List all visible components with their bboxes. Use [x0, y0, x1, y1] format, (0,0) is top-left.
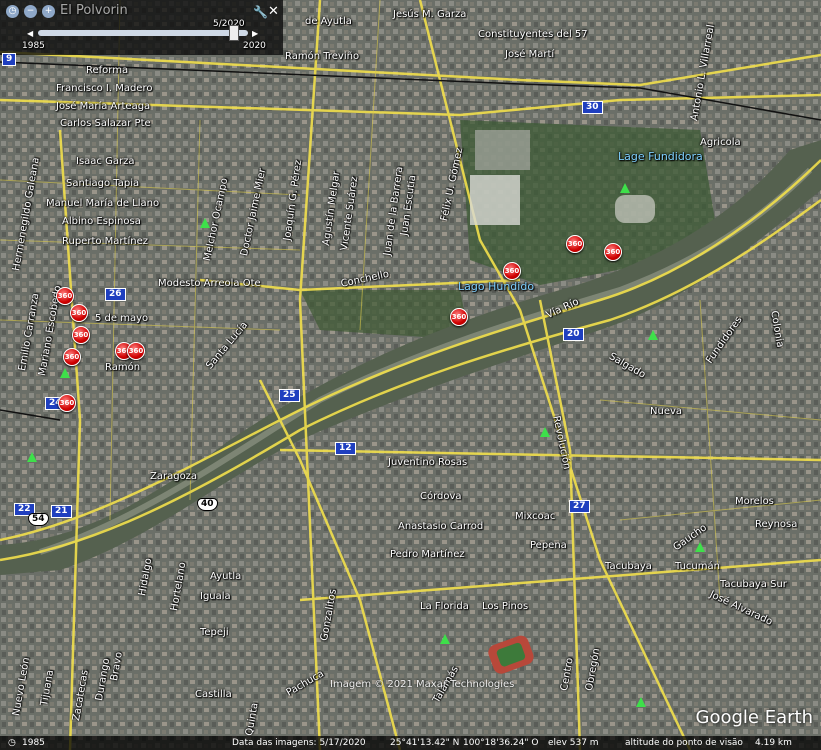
street-label: 5 de mayo — [95, 313, 149, 324]
street-label: Santiago Tapia — [66, 178, 140, 189]
park-icon[interactable] — [60, 368, 70, 378]
park-icon[interactable] — [695, 542, 705, 552]
street-label: Reynosa — [755, 519, 798, 530]
street-label: Córdova — [420, 491, 462, 502]
street-label: Tacubaya — [605, 561, 652, 572]
street-label: Albino Espinosa — [62, 216, 141, 227]
street-label: Zaragoza — [150, 471, 198, 482]
status-clock-icon: ◷ — [8, 738, 16, 748]
street-label: Ayutla — [210, 571, 242, 582]
street-label: La Florida — [420, 601, 469, 612]
street-view-360-icon[interactable]: 360 — [566, 235, 584, 253]
route-shield: 27 — [569, 500, 590, 513]
close-icon[interactable]: ✕ — [268, 4, 279, 19]
street-label: Tepeji — [200, 627, 229, 638]
street-view-360-icon[interactable]: 360 — [70, 304, 88, 322]
route-shield: 26 — [105, 288, 126, 301]
latitude: 25°41'13.42" N — [390, 738, 460, 748]
street-label: Ramón Treviño — [285, 51, 360, 62]
elevation: elev 537 m — [548, 738, 599, 748]
highway-shield: 40 — [197, 498, 218, 511]
street-label: José Martí — [505, 49, 555, 60]
park-icon[interactable] — [200, 218, 210, 228]
street-label: Tacubaya Sur — [720, 579, 787, 590]
street-label: de Ayutla — [305, 16, 352, 27]
longitude: 100°18'36.24" O — [463, 738, 539, 748]
satellite-map[interactable]: ◷ − + El Polvorin 5/2020 🔧 ✕ ◀ ▶ 1985 20… — [0, 0, 821, 750]
time-slider-panel: ◷ − + El Polvorin 5/2020 🔧 ✕ ◀ ▶ 1985 20… — [0, 0, 283, 55]
route-shield: 21 — [51, 505, 72, 518]
status-bar: ◷ 1985 Data das imagens: 5/17/2020 25°41… — [0, 736, 821, 750]
highway-shield: 54 — [28, 513, 49, 526]
street-label: Pedro Martínez — [390, 549, 465, 560]
street-view-360-icon[interactable]: 360 — [503, 262, 521, 280]
street-label: Jesús M. Garza — [393, 9, 467, 20]
park-icon[interactable] — [540, 427, 550, 437]
time-slider-thumb[interactable] — [229, 25, 240, 41]
zoom-in-icon[interactable]: + — [42, 5, 55, 18]
street-label: Ramón — [105, 362, 141, 373]
partial-label: El Polvorin — [60, 3, 128, 18]
street-label: Isaac Garza — [76, 156, 135, 167]
time-track[interactable] — [38, 25, 248, 41]
street-view-360-icon[interactable]: 360 — [72, 326, 90, 344]
park-icon[interactable] — [620, 183, 630, 193]
street-label: Morelos — [735, 496, 774, 507]
route-shield: 30 — [582, 101, 603, 114]
street-label: Pepena — [530, 540, 567, 551]
park-icon[interactable] — [648, 330, 658, 340]
prev-icon[interactable]: ◀ — [27, 29, 33, 38]
route-shield: 12 — [335, 442, 356, 455]
clock-icon[interactable]: ◷ — [6, 5, 19, 18]
end-year: 2020 — [243, 41, 266, 51]
street-label: Los Pinos — [482, 601, 529, 612]
route-shield: 25 — [279, 389, 300, 402]
poi-parque-fundidora[interactable]: Lage Fundidora — [618, 151, 703, 162]
street-label: Manuel María de Llano — [46, 198, 160, 209]
wrench-icon[interactable]: 🔧 — [253, 5, 268, 19]
street-label: Constituyentes del 57 — [478, 29, 588, 40]
street-label: José María Arteaga — [56, 101, 151, 112]
street-label: Reforma — [86, 65, 129, 76]
street-label: Tucumán — [675, 561, 720, 572]
street-label: Castilla — [195, 689, 232, 700]
street-label: Nueva — [650, 406, 683, 417]
imagery-attribution: Imagem © 2021 Maxar Technologies — [330, 679, 515, 690]
street-view-360-icon[interactable]: 360 — [56, 287, 74, 305]
google-earth-logo: Google Earth — [695, 707, 813, 728]
street-label: Carlos Salazar Pte — [60, 118, 151, 129]
street-label: Agricola — [700, 137, 741, 148]
park-icon[interactable] — [27, 452, 37, 462]
image-date: Data das imagens: 5/17/2020 — [232, 738, 366, 748]
status-year: 1985 — [22, 738, 45, 748]
street-label: Iguala — [200, 591, 231, 602]
route-shield: 9 — [2, 53, 17, 66]
street-view-360-icon[interactable]: 360 — [63, 348, 81, 366]
street-label: Mixcoac — [515, 511, 556, 522]
street-view-360-icon[interactable]: 360 — [127, 342, 145, 360]
start-year: 1985 — [22, 41, 45, 51]
poi-lago-hundido[interactable]: Lago Hundido — [458, 281, 534, 292]
street-label: Juventino Rosas — [388, 457, 468, 468]
next-icon[interactable]: ▶ — [252, 29, 258, 38]
street-label: Francisco I. Madero — [56, 83, 153, 94]
street-view-360-icon[interactable]: 360 — [58, 394, 76, 412]
park-icon[interactable] — [636, 697, 646, 707]
eye-altitude-value: 4.19 km — [755, 738, 792, 748]
route-shield: 20 — [563, 328, 584, 341]
street-label: Anastasio Carrod — [398, 521, 484, 532]
street-label: Modesto Arreola Ote — [158, 278, 261, 289]
street-view-360-icon[interactable]: 360 — [450, 308, 468, 326]
street-view-360-icon[interactable]: 360 — [604, 243, 622, 261]
zoom-out-icon[interactable]: − — [24, 5, 37, 18]
eye-altitude-label: altitude do ponto de visão — [625, 738, 743, 748]
street-label: Ruperto Martínez — [62, 236, 148, 247]
park-icon[interactable] — [440, 634, 450, 644]
